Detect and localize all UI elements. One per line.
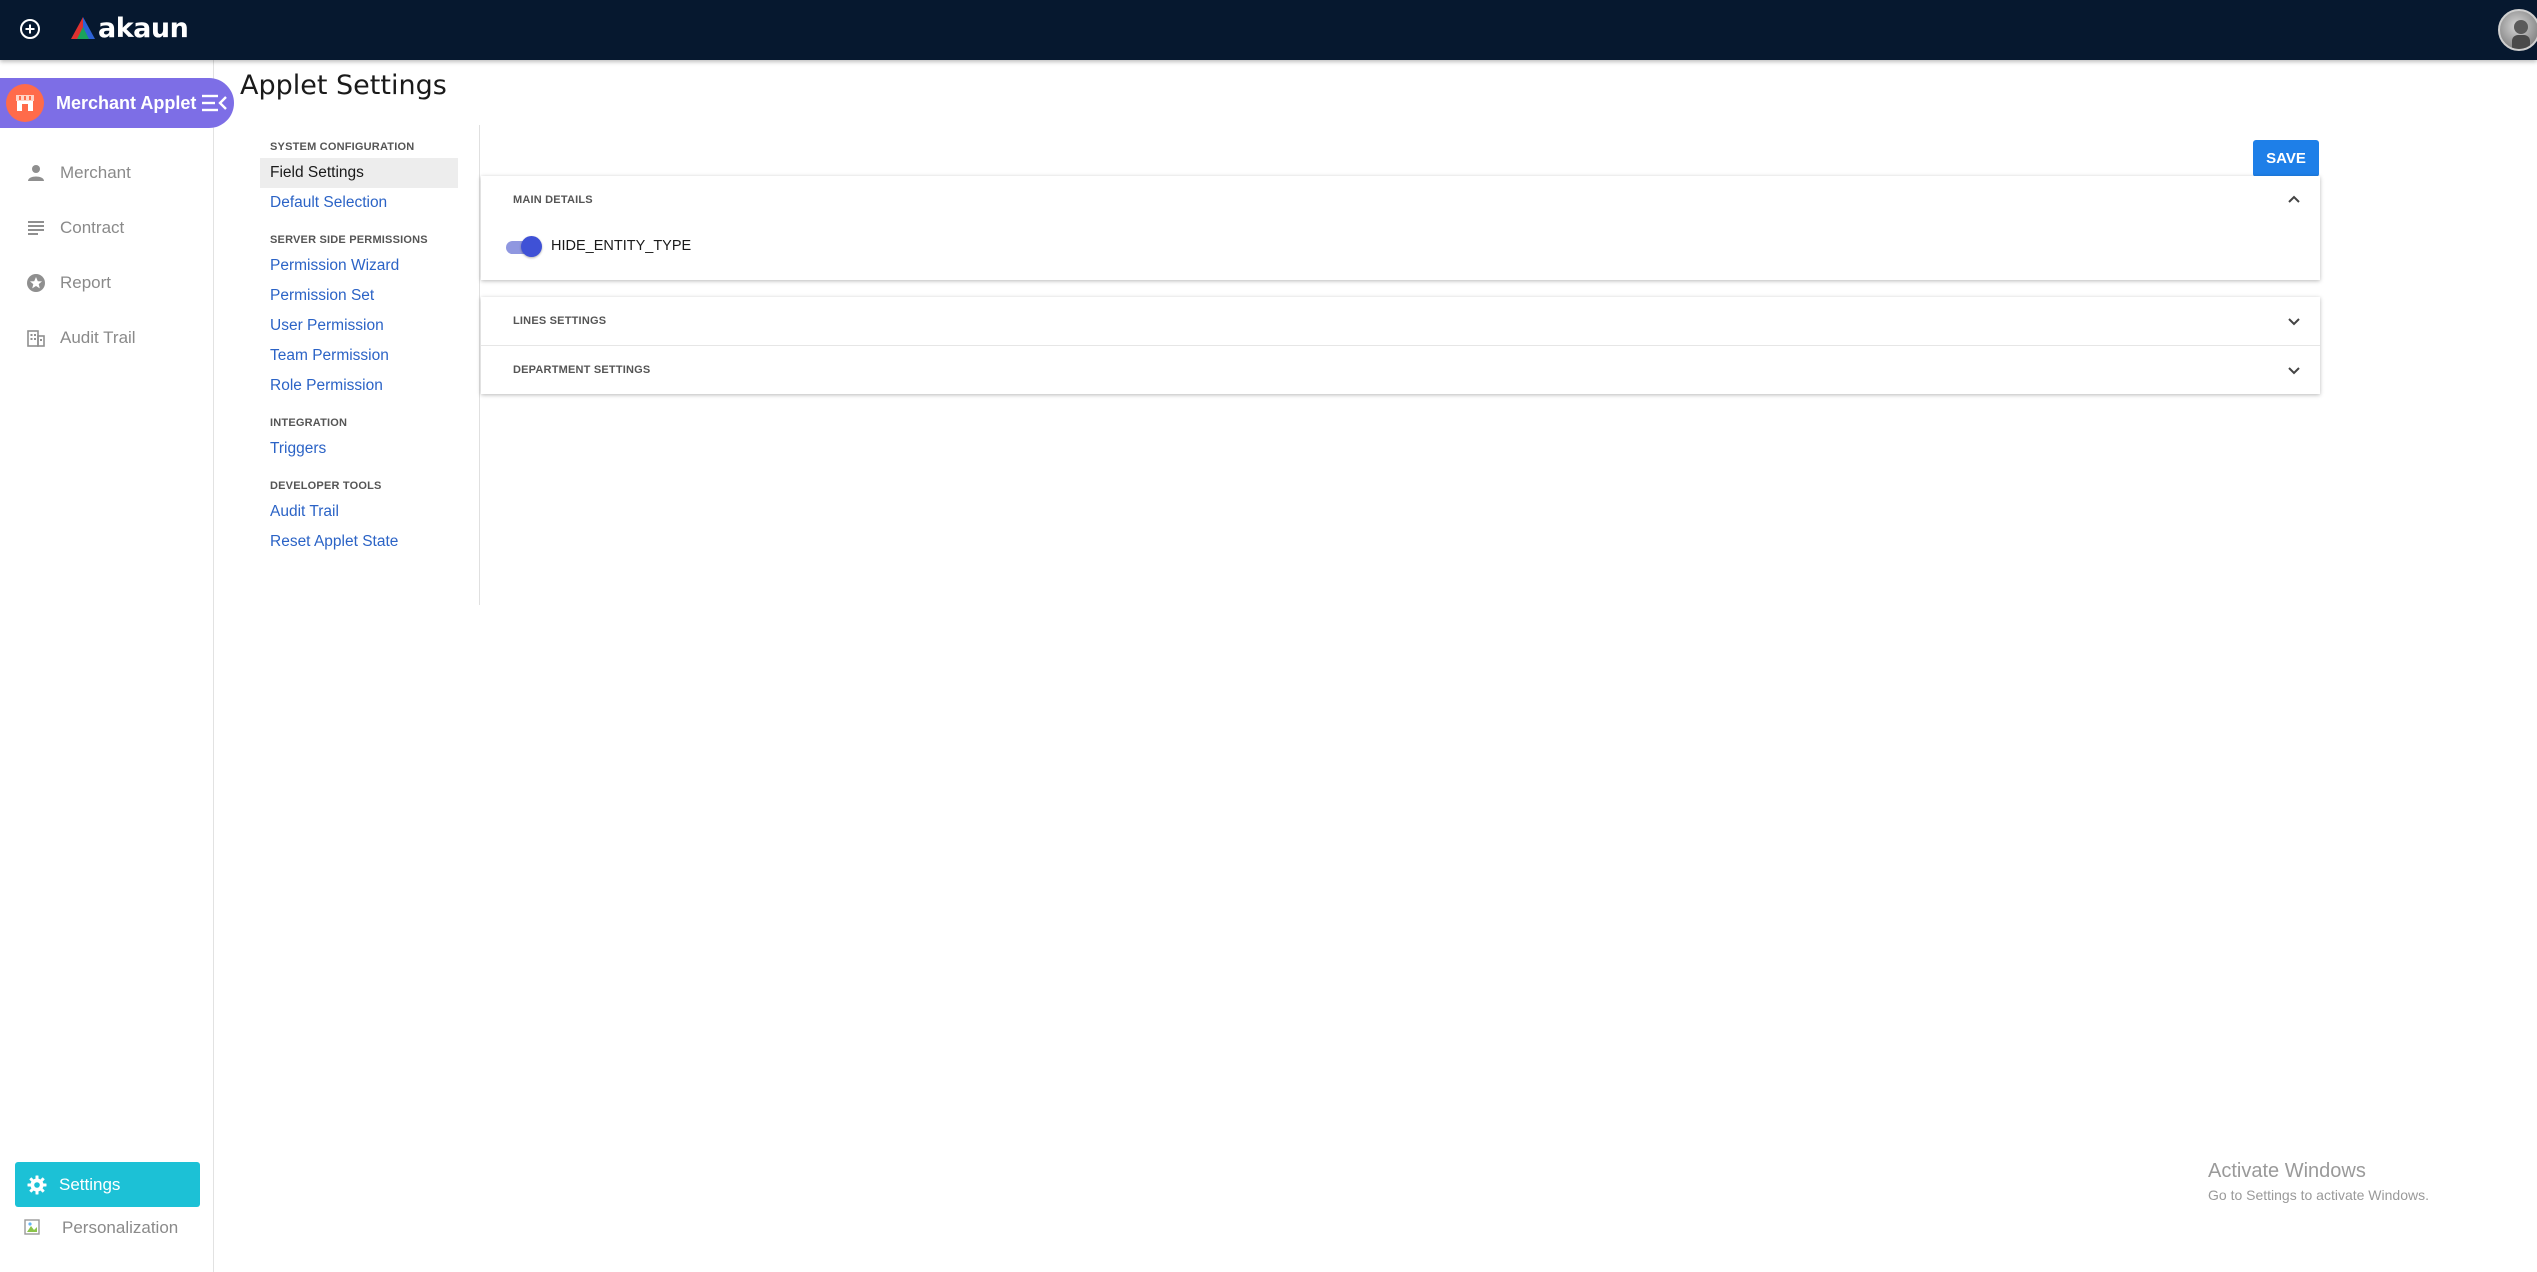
personalization-label: Personalization <box>62 1218 179 1237</box>
brand-name: akaun <box>98 12 189 44</box>
sidebar-item-label: Report <box>60 272 112 292</box>
department-settings-header[interactable]: DEPARTMENT SETTINGS <box>481 346 2320 394</box>
nav-reset-applet-state[interactable]: Reset Applet State <box>260 527 479 557</box>
broken-image-icon <box>24 1219 40 1235</box>
sidebar-item-report[interactable]: Report <box>0 255 214 310</box>
windows-activation-watermark: Activate Windows Go to Settings to activ… <box>2208 1160 2429 1203</box>
settings-label: Settings <box>59 1174 121 1194</box>
panel-title: LINES SETTINGS <box>513 315 607 327</box>
section-developer-tools: DEVELOPER TOOLS <box>270 480 382 492</box>
main-details-panel: MAIN DETAILS HIDE_ENTITY_TYPE <box>481 176 2320 280</box>
nav-permission-set[interactable]: Permission Set <box>260 281 479 311</box>
settings-button[interactable]: Settings <box>15 1162 200 1207</box>
watermark-subtitle: Go to Settings to activate Windows. <box>2208 1187 2429 1203</box>
nav-field-settings[interactable]: Field Settings <box>260 158 458 188</box>
save-button[interactable]: SAVE <box>2253 140 2319 177</box>
nav-audit-trail[interactable]: Audit Trail <box>260 497 479 527</box>
chevron-down-icon[interactable] <box>2286 362 2302 378</box>
nav-default-selection[interactable]: Default Selection <box>260 188 479 218</box>
toggle-row: HIDE_ENTITY_TYPE <box>481 224 2320 268</box>
settings-nav: SYSTEM CONFIGURATION Field Settings Defa… <box>260 125 480 605</box>
sidebar-item-label: Merchant <box>60 162 131 182</box>
applet-switcher[interactable]: Merchant Applet <box>0 78 234 128</box>
user-photo-icon <box>2512 20 2530 49</box>
toggle-label: HIDE_ENTITY_TYPE <box>551 238 692 254</box>
section-server-side-permissions: SERVER SIDE PERMISSIONS <box>270 234 428 246</box>
nav-triggers[interactable]: Triggers <box>260 434 479 464</box>
sidebar-item-label: Audit Trail <box>60 327 136 347</box>
section-integration: INTEGRATION <box>270 417 348 429</box>
akaun-logo[interactable]: akaun <box>70 12 189 44</box>
star-circle-icon <box>27 273 45 292</box>
nav-permission-wizard[interactable]: Permission Wizard <box>260 251 479 281</box>
left-sidebar: Merchant Applet Merchant Contract Report… <box>0 60 234 1272</box>
nav-user-permission[interactable]: User Permission <box>260 311 479 341</box>
toggle-knob <box>521 236 542 257</box>
collapsed-panels: LINES SETTINGS DEPARTMENT SETTINGS <box>481 297 2320 394</box>
chevron-down-icon[interactable] <box>2286 313 2302 329</box>
personalization-link[interactable]: Personalization <box>24 1218 178 1238</box>
chevron-up-icon[interactable] <box>2286 192 2302 208</box>
nav-role-permission[interactable]: Role Permission <box>260 371 479 401</box>
plus-circle-icon[interactable] <box>18 17 42 41</box>
top-bar: akaun <box>0 0 2537 60</box>
section-system-configuration: SYSTEM CONFIGURATION <box>270 141 415 153</box>
panel-title: MAIN DETAILS <box>513 194 593 206</box>
building-icon <box>27 329 45 347</box>
main-details-header[interactable]: MAIN DETAILS <box>481 176 2320 224</box>
sidebar-item-merchant[interactable]: Merchant <box>0 145 214 200</box>
nav-team-permission[interactable]: Team Permission <box>260 341 479 371</box>
akaun-logo-mark-icon <box>71 17 95 39</box>
menu-collapse-icon[interactable] <box>200 92 228 114</box>
merchant-store-icon <box>6 84 44 122</box>
sidebar-nav: Merchant Contract Report Audit Trail <box>0 145 214 365</box>
list-icon <box>28 220 44 235</box>
applet-name: Merchant Applet <box>56 92 197 113</box>
gear-icon <box>27 1175 47 1194</box>
sidebar-item-label: Contract <box>60 217 125 237</box>
sidebar-item-contract[interactable]: Contract <box>0 200 214 255</box>
sidebar-item-audit-trail[interactable]: Audit Trail <box>0 310 214 365</box>
user-avatar[interactable] <box>2498 9 2537 51</box>
person-icon <box>28 164 44 181</box>
hide-entity-type-toggle[interactable] <box>505 236 542 257</box>
page-title: Applet Settings <box>240 70 447 101</box>
lines-settings-header[interactable]: LINES SETTINGS <box>481 297 2320 345</box>
watermark-title: Activate Windows <box>2208 1160 2366 1182</box>
panel-title: DEPARTMENT SETTINGS <box>513 364 651 376</box>
